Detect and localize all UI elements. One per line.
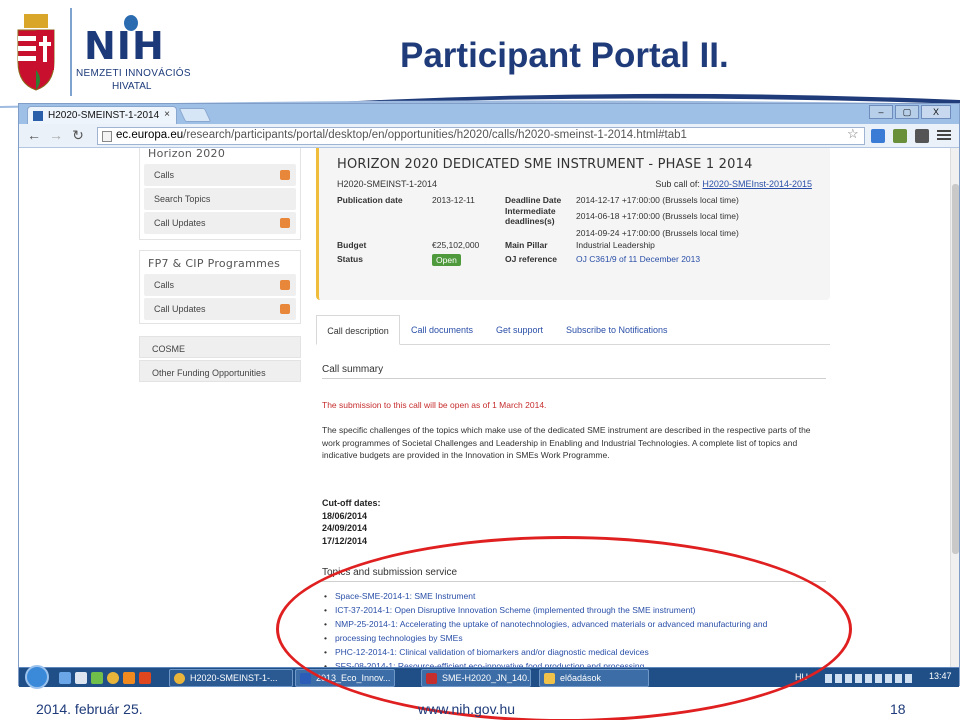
sidebar-item-other-funding[interactable]: Other Funding Opportunities [139,360,301,382]
subcall: Sub call of: H2020-SMEInst-2014-2015 [655,179,812,189]
address-bar[interactable]: ec.europa.eu/research/participants/porta… [97,127,865,145]
window-controls: – ▢ X [869,105,951,121]
cutoff-dates: Cut-off dates: 18/06/2014 24/09/2014 17/… [322,497,381,547]
cutoff-title: Cut-off dates: [322,498,381,508]
tab-call-documents[interactable]: Call documents [411,315,473,345]
rss-icon[interactable] [280,304,290,314]
intermediate-label-2: deadlines(s) [505,216,555,226]
quicklaunch-media-icon[interactable] [91,672,103,684]
maximize-button[interactable]: ▢ [895,105,919,119]
fp7-cip-title: FP7 & CIP Programmes [148,257,281,270]
intermediate-value-2: 2014-09-24 +17:00:00 (Brussels local tim… [576,228,739,238]
taskbar-button-chrome[interactable]: H2020-SMEINST-1-... [169,669,293,687]
browser-menu-icon[interactable] [937,128,951,142]
fp7-cip-box: FP7 & CIP Programmes Calls Call Updates [139,250,301,324]
rss-icon[interactable] [280,170,290,180]
nih-logo: NIH [84,24,165,68]
extension-mail-icon[interactable] [871,129,885,143]
cutoff-date: 18/06/2014 [322,510,368,521]
oj-reference-link[interactable]: OJ C361/9 of 11 December 2013 [576,254,700,264]
intermediate-label-1: Intermediate [505,206,556,216]
horizon-2020-title: Horizon 2020 [148,148,226,160]
slide-title: Participant Portal II. [400,36,729,75]
close-tab-icon[interactable]: × [164,109,170,120]
minimize-button[interactable]: – [869,105,893,119]
oj-label: OJ reference [505,254,557,264]
content-tabs: Call description Call documents Get supp… [316,315,830,345]
tab-get-support[interactable]: Get support [496,315,543,345]
page-icon [102,131,112,142]
reload-icon[interactable]: ↻ [69,127,87,144]
status-label: Status [337,254,363,264]
tab-bar: H2020-SMEINST-1-2014 × – ▢ X [19,104,959,124]
description-paragraph: The specific challenges of the topics wh… [322,425,811,460]
publication-value: 2013-12-11 [432,195,475,205]
cutoff-date: 24/09/2014 [322,523,368,533]
left-blank-area [19,148,123,667]
budget-label: Budget [337,240,367,250]
footer-page-number: 18 [890,701,906,717]
extension-check-icon[interactable] [893,129,907,143]
rss-icon[interactable] [280,280,290,290]
extension-puzzle-icon[interactable] [915,129,929,143]
sidebar-item-calls[interactable]: Calls [144,164,296,186]
header-divider [70,8,72,96]
tab-subscribe[interactable]: Subscribe to Notifications [566,315,668,345]
slide: NIH NEMZETI INNOVÁCIÓS HIVATAL Participa… [0,0,960,720]
deadline-value: 2014-12-17 +17:00:00 (Brussels local tim… [576,195,739,205]
url-domain: ec.europa.eu [116,129,184,141]
start-button[interactable] [25,665,49,689]
taskbar-clock: 13:47 [929,671,952,681]
scrollbar-thumb[interactable] [952,184,959,554]
intermediate-value-1: 2014-06-18 +17:00:00 (Brussels local tim… [576,211,739,221]
browser-tab[interactable]: H2020-SMEINST-1-2014 × [27,106,177,124]
deadline-label: Deadline Date [505,195,562,205]
tray-icons[interactable] [825,674,915,683]
slide-header: NIH NEMZETI INNOVÁCIÓS HIVATAL Participa… [0,0,960,108]
call-heading: HORIZON 2020 DEDICATED SME INSTRUMENT - … [337,157,753,172]
navigation-bar: ← → ↻ ec.europa.eu/research/participants… [19,124,959,148]
sidebar-item-fp7-calls[interactable]: Calls [144,274,296,296]
call-summary-title: Call summary [322,364,384,375]
submission-note: The submission to this call will be open… [322,400,547,410]
url-path: /research/participants/portal/desktop/en… [183,129,687,141]
bookmark-star-icon[interactable]: ☆ [847,126,859,142]
new-tab-button[interactable] [178,108,212,122]
sidebar-item-fp7-call-updates[interactable]: Call Updates [144,298,296,320]
divider [322,378,826,379]
status-badge: Open [432,254,461,266]
slide-footer: 2014. február 25. www.nih.gov.hu 18 [0,696,960,720]
quicklaunch-explorer-icon[interactable] [59,672,71,684]
quicklaunch-app-icon[interactable] [123,672,135,684]
back-arrow-icon[interactable]: ← [25,127,43,143]
quicklaunch-desktop-icon[interactable] [75,672,87,684]
horizon-2020-box: Horizon 2020 Calls Search Topics Call Up… [139,148,301,240]
call-info-box: HORIZON 2020 DEDICATED SME INSTRUMENT - … [316,148,830,300]
call-id: H2020-SMEINST-1-2014 [337,179,438,189]
pillar-label: Main Pillar [505,240,548,250]
footer-date: 2014. február 25. [36,701,143,717]
publication-label: Publication date [337,195,403,205]
page-favicon-icon [33,111,43,121]
tab-call-description[interactable]: Call description [316,315,400,345]
forward-arrow-icon[interactable]: → [47,127,65,143]
hungarian-crest-icon [17,14,55,91]
nih-logo-line1: NEMZETI INNOVÁCIÓS [76,68,191,79]
cutoff-date: 17/12/2014 [322,535,368,546]
quicklaunch-chrome-icon[interactable] [107,672,119,684]
budget-value: €25,102,000 [432,240,480,250]
sidebar-item-call-updates[interactable]: Call Updates [144,212,296,234]
rss-icon[interactable] [280,218,290,228]
vertical-scrollbar[interactable] [950,148,959,667]
sidebar-item-cosme[interactable]: COSME [139,336,301,358]
browser-tab-title: H2020-SMEINST-1-2014 [48,110,160,121]
subcall-link[interactable]: H2020-SMEInst-2014-2015 [702,179,812,189]
quicklaunch-office-icon[interactable] [139,672,151,684]
footer-url: www.nih.gov.hu [418,701,516,717]
close-window-button[interactable]: X [921,105,951,119]
sidebar-item-search-topics[interactable]: Search Topics [144,188,296,210]
highlight-ellipse [276,536,852,720]
pillar-value: Industrial Leadership [576,240,655,250]
